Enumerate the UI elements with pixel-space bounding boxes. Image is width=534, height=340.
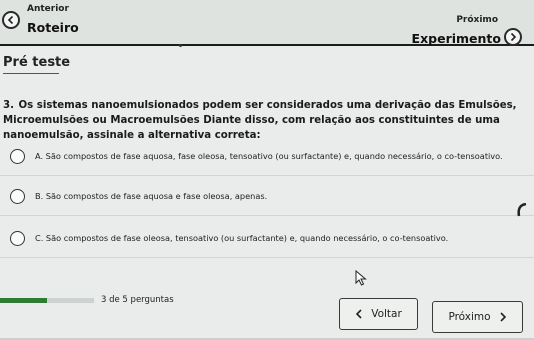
next-nav[interactable]: Próximo Experimento (394, 0, 534, 46)
next-button-label: Próximo (448, 311, 491, 323)
question-number: 3. (3, 100, 14, 111)
previous-label: Anterior (27, 4, 69, 14)
option-a[interactable]: A. São compostos de fase aquosa, fase ol… (0, 136, 534, 176)
next-button[interactable]: Próximo (432, 301, 523, 333)
option-b[interactable]: B. São compostos de fase aquosa e fase o… (0, 176, 534, 216)
next-title[interactable]: Experimento (412, 31, 501, 46)
progress-fill (0, 298, 47, 303)
top-nav-bar: Anterior Roteiro Próximo Experimento (0, 0, 534, 47)
back-button-label: Voltar (371, 308, 402, 320)
side-arrow-icon (517, 203, 527, 217)
divider-dot (179, 44, 182, 47)
option-a-label: A. São compostos de fase aquosa, fase ol… (35, 151, 503, 161)
chevron-right-icon (499, 312, 506, 322)
next-label: Próximo (456, 15, 498, 25)
previous-nav[interactable]: Anterior Roteiro (0, 0, 130, 46)
option-c[interactable]: C. São compostos de fase oleosa, tensoat… (0, 218, 534, 258)
progress-text: 3 de 5 perguntas (101, 295, 174, 305)
chevron-left-icon (356, 309, 362, 319)
option-b-label: B. São compostos de fase aquosa e fase o… (35, 191, 268, 201)
section-title: Pré teste (3, 55, 71, 70)
question-body: Os sistemas nanoemulsionados podem ser c… (3, 100, 517, 141)
radio-option-b[interactable] (10, 189, 25, 204)
chevron-right-circle-icon[interactable] (504, 28, 522, 46)
radio-option-a[interactable] (10, 149, 25, 164)
radio-option-c[interactable] (10, 231, 25, 246)
mouse-cursor-icon (355, 270, 367, 286)
back-button[interactable]: Voltar (339, 298, 418, 330)
section-underline (3, 73, 59, 74)
progress-bar (0, 298, 94, 303)
previous-title[interactable]: Roteiro (27, 20, 79, 35)
chevron-left-circle-icon[interactable] (2, 11, 20, 29)
option-c-label: C. São compostos de fase oleosa, tensoat… (35, 233, 449, 243)
